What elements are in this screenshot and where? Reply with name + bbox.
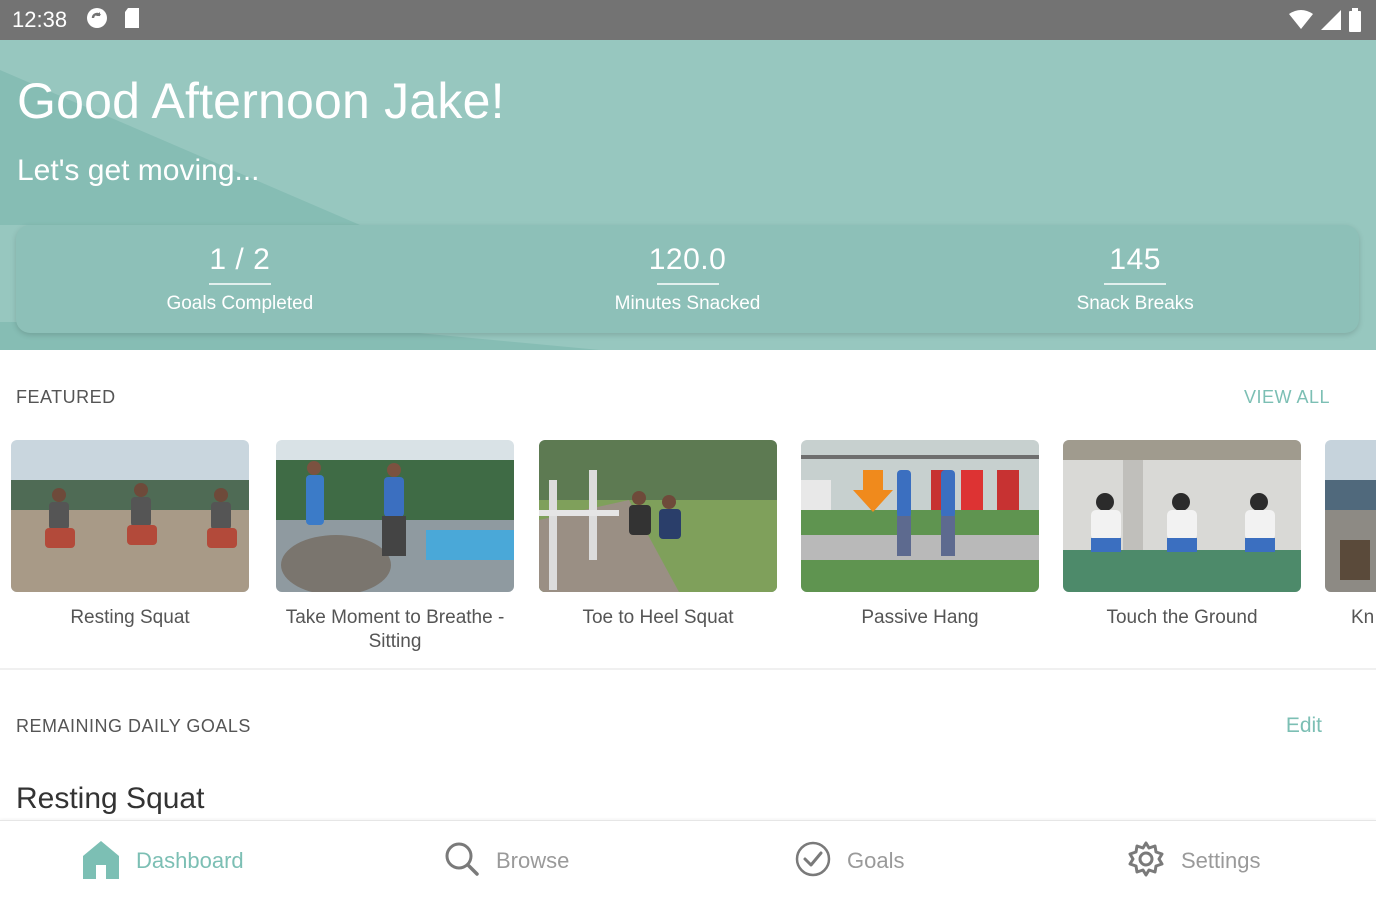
featured-card[interactable]: Passive Hang (801, 440, 1039, 630)
featured-card-label: Resting Squat (70, 607, 190, 628)
stat-label: Snack Breaks (1076, 293, 1194, 314)
stat-snack-breaks: 145 Snack Breaks (911, 225, 1359, 333)
search-icon (444, 841, 480, 882)
stat-value: 120.0 (648, 243, 727, 276)
exercise-thumbnail (1063, 440, 1301, 592)
greeting-subtitle: Let's get moving... (17, 154, 260, 187)
home-icon (82, 839, 120, 884)
status-time: 12:38 (12, 7, 68, 32)
stat-value: 1 / 2 (209, 243, 271, 276)
nav-label: Settings (1181, 848, 1261, 873)
stat-value: 145 (1109, 243, 1161, 276)
stat-divider (208, 283, 271, 285)
stat-goals-completed: 1 / 2 Goals Completed (16, 225, 464, 333)
stat-divider (656, 283, 719, 285)
battery-icon (1348, 8, 1362, 37)
nav-item-browse[interactable]: Browse (444, 821, 569, 900)
nav-label: Goals (847, 848, 905, 873)
featured-section-title: FEATURED (16, 387, 116, 407)
sync-icon (85, 6, 109, 35)
signal-icon (1320, 9, 1342, 36)
exercise-thumbnail (276, 440, 514, 592)
gear-icon (1127, 840, 1165, 883)
status-bar: 12:38 (0, 0, 1376, 40)
exercise-thumbnail (11, 440, 249, 592)
remaining-goals-title: REMAINING DAILY GOALS (16, 716, 251, 736)
nav-item-settings[interactable]: Settings (1127, 821, 1261, 900)
exercise-thumbnail (1325, 440, 1376, 592)
featured-card-label: Touch the Ground (1106, 607, 1258, 628)
stat-minutes-snacked: 120.0 Minutes Snacked (464, 225, 912, 333)
view-all-button[interactable]: VIEW ALL (1244, 387, 1330, 408)
section-divider (0, 668, 1376, 670)
goal-item[interactable]: Resting Squat (16, 782, 204, 816)
greeting-title: Good Afternoon Jake! (17, 73, 505, 129)
nav-label: Browse (496, 848, 570, 873)
stat-divider (1104, 283, 1167, 285)
bottom-navigation: Dashboard Browse Goals Settings (0, 820, 1376, 900)
featured-card[interactable]: Resting Squat (11, 440, 249, 630)
featured-card[interactable]: Touch the Ground (1063, 440, 1301, 630)
nav-item-goals[interactable]: Goals (795, 821, 904, 900)
dashboard-header: Good Afternoon Jake! Let's get moving...… (0, 40, 1376, 350)
featured-carousel[interactable]: Resting Squat Take Moment to Breathe - S… (0, 440, 1376, 665)
stat-label: Minutes Snacked (614, 293, 761, 314)
featured-card-label: Passive Hang (861, 607, 979, 628)
edit-goals-button[interactable]: Edit (1286, 714, 1322, 738)
nav-item-dashboard[interactable]: Dashboard (82, 821, 244, 900)
sd-card-icon (123, 7, 141, 34)
featured-card-label: Kn (1351, 607, 1375, 628)
stats-card: 1 / 2 Goals Completed 120.0 Minutes Snac… (16, 225, 1359, 333)
wifi-icon (1288, 9, 1314, 36)
featured-card-label: Toe to Heel Squat (582, 607, 734, 628)
featured-card[interactable]: Take Moment to Breathe - Sitting (276, 440, 514, 654)
stat-label: Goals Completed (166, 293, 314, 314)
exercise-thumbnail (801, 440, 1039, 592)
status-right-icons (1288, 8, 1362, 37)
featured-card[interactable]: Kn (1325, 440, 1376, 630)
check-circle-icon (795, 841, 831, 882)
featured-card-label: Take Moment to Breathe - Sitting (285, 607, 505, 652)
featured-card[interactable]: Toe to Heel Squat (539, 440, 777, 630)
nav-label: Dashboard (136, 848, 244, 873)
exercise-thumbnail (539, 440, 777, 592)
